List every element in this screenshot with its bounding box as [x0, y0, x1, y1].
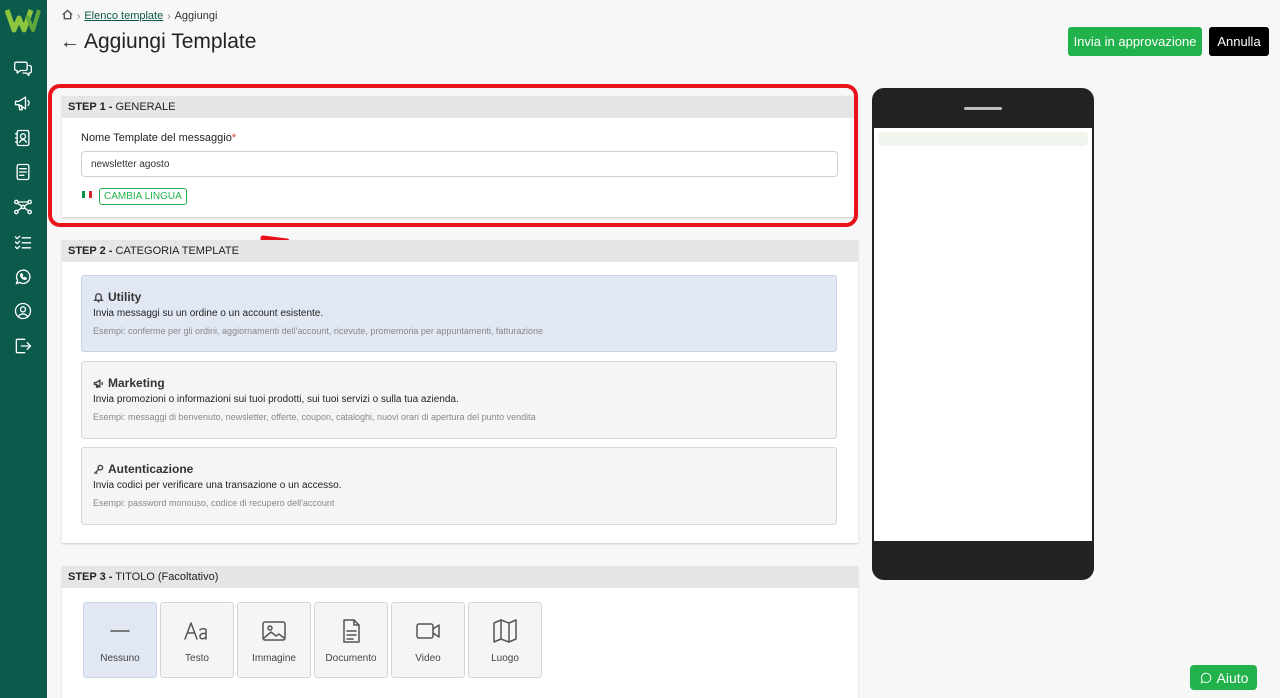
header-option-none[interactable]: Nessuno [83, 602, 157, 678]
category-examples: Esempi: messaggi di benvenuto, newslette… [93, 412, 536, 422]
whatsapp-icon [1200, 672, 1211, 683]
category-name: Autenticazione [108, 462, 194, 476]
back-arrow-icon[interactable]: ← [60, 31, 80, 54]
text-aa-icon [183, 617, 211, 645]
category-marketing[interactable]: Marketing Invia promozioni o informazion… [81, 361, 837, 439]
chevron-right-icon: › [77, 10, 81, 22]
breadcrumb: › Elenco template › Aggiungi [62, 9, 217, 23]
contacts-icon[interactable] [12, 127, 34, 149]
header-option-label: Immagine [252, 653, 296, 664]
page-title-text: Aggiungi Template [84, 30, 257, 53]
category-description: Invia codici per verificare una transazi… [93, 480, 342, 491]
header-option-label: Luogo [491, 653, 519, 664]
step2-header: STEP 2 - CATEGORIA TEMPLATE [62, 240, 858, 262]
category-authentication-title: Autenticazione [93, 462, 193, 476]
dash-icon [106, 617, 134, 645]
megaphone-icon [93, 378, 104, 388]
step1-highlight-annotation [48, 84, 858, 227]
header-option-video[interactable]: Video [391, 602, 465, 678]
header-option-text[interactable]: Testo [160, 602, 234, 678]
header-option-document[interactable]: Documento [314, 602, 388, 678]
category-name: Utility [108, 290, 142, 304]
image-icon [260, 617, 288, 645]
submit-approval-button[interactable]: Invia in approvazione [1068, 27, 1202, 56]
step3-card: STEP 3 - TITOLO (Facoltativo) Nessuno Te… [62, 566, 858, 698]
category-utility-title: Utility [93, 290, 141, 304]
whatsapp-icon[interactable] [12, 266, 34, 288]
help-button-label: Aiuto [1216, 669, 1249, 686]
category-authentication[interactable]: Autenticazione Invia codici per verifica… [81, 447, 837, 525]
document-icon [337, 617, 365, 645]
document-icon[interactable] [12, 161, 34, 183]
phone-preview [872, 88, 1094, 580]
header-option-label: Testo [185, 653, 209, 664]
phone-screen [874, 128, 1092, 541]
header-option-label: Video [415, 653, 441, 664]
header-option-label: Documento [325, 653, 377, 664]
page-title: ← Aggiungi Template [60, 30, 256, 54]
help-button[interactable]: Aiuto [1190, 665, 1257, 690]
account-icon[interactable] [12, 300, 34, 322]
logout-icon[interactable] [12, 335, 34, 357]
message-preview-bubble [878, 132, 1088, 146]
flow-icon[interactable] [12, 196, 34, 218]
sidebar [0, 0, 47, 698]
cancel-button[interactable]: Annulla [1209, 27, 1269, 56]
header-option-label: Nessuno [100, 653, 140, 664]
step3-title: TITOLO (Facoltativo) [115, 571, 219, 583]
bell-icon [93, 292, 104, 302]
app-logo[interactable] [5, 6, 41, 34]
category-name: Marketing [108, 376, 165, 390]
map-icon [491, 617, 519, 645]
chat-icon[interactable] [12, 57, 34, 79]
step2-number: STEP 2 - [68, 245, 113, 257]
checklist-icon[interactable] [12, 231, 34, 253]
header-option-location[interactable]: Luogo [468, 602, 542, 678]
video-icon [414, 617, 442, 645]
step2-card: STEP 2 - CATEGORIA TEMPLATE Utility Invi… [62, 240, 858, 543]
step3-header: STEP 3 - TITOLO (Facoltativo) [62, 566, 858, 588]
category-marketing-title: Marketing [93, 376, 165, 390]
phone-speaker [964, 107, 1002, 110]
key-icon [93, 464, 104, 474]
category-examples: Esempi: password monouso, codice di recu… [93, 498, 335, 508]
category-utility[interactable]: Utility Invia messaggi su un ordine o un… [81, 275, 837, 352]
step3-number: STEP 3 - [68, 571, 113, 583]
category-description: Invia messaggi su un ordine o un account… [93, 308, 324, 319]
step2-title: CATEGORIA TEMPLATE [115, 245, 239, 257]
breadcrumb-current: Aggiungi [174, 10, 218, 22]
category-description: Invia promozioni o informazioni sui tuoi… [93, 394, 459, 405]
megaphone-icon[interactable] [12, 92, 34, 114]
chevron-right-icon: › [167, 10, 171, 22]
home-icon[interactable] [62, 9, 73, 23]
breadcrumb-link-template-list[interactable]: Elenco template [84, 10, 163, 22]
category-examples: Esempi: conferme per gli ordini, aggiorn… [93, 326, 543, 336]
header-option-image[interactable]: Immagine [237, 602, 311, 678]
